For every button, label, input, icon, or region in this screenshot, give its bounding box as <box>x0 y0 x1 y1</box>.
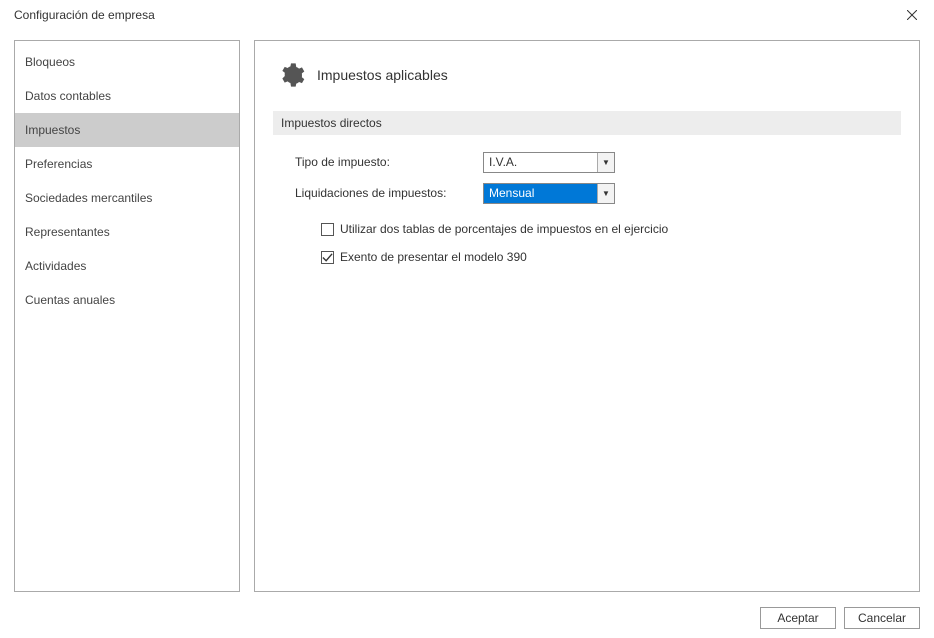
sidebar-item-representantes[interactable]: Representantes <box>15 215 239 249</box>
sidebar-item-label: Preferencias <box>25 157 92 171</box>
exento-390-label[interactable]: Exento de presentar el modelo 390 <box>340 250 527 264</box>
sidebar-item-label: Datos contables <box>25 89 111 103</box>
liquidaciones-label: Liquidaciones de impuestos: <box>295 186 483 200</box>
sidebar-item-actividades[interactable]: Actividades <box>15 249 239 283</box>
sidebar-item-datos-contables[interactable]: Datos contables <box>15 79 239 113</box>
form-row-tipo-impuesto: Tipo de impuesto: I.V.A. ▼ <box>295 151 901 173</box>
chevron-down-icon: ▼ <box>597 184 614 203</box>
panel-header: Impuestos aplicables <box>277 61 901 89</box>
check-icon <box>322 252 333 263</box>
sidebar-item-sociedades-mercantiles[interactable]: Sociedades mercantiles <box>15 181 239 215</box>
section-header: Impuestos directos <box>273 111 901 135</box>
sidebar-item-impuestos[interactable]: Impuestos <box>15 113 239 147</box>
sidebar-item-label: Sociedades mercantiles <box>25 191 152 205</box>
sidebar-item-cuentas-anuales[interactable]: Cuentas anuales <box>15 283 239 317</box>
form-row-liquidaciones: Liquidaciones de impuestos: Mensual ▼ <box>295 182 901 204</box>
sidebar-item-label: Bloqueos <box>25 55 75 69</box>
titlebar: Configuración de empresa <box>0 0 934 30</box>
tipo-impuesto-combo[interactable]: I.V.A. ▼ <box>483 152 615 173</box>
sidebar-item-label: Representantes <box>25 225 110 239</box>
sidebar: Bloqueos Datos contables Impuestos Prefe… <box>14 40 240 592</box>
dialog-window: Configuración de empresa Bloqueos Datos … <box>0 0 934 638</box>
sidebar-item-label: Actividades <box>25 259 86 273</box>
tipo-impuesto-value: I.V.A. <box>484 153 597 172</box>
main-area: Bloqueos Datos contables Impuestos Prefe… <box>0 30 934 598</box>
chevron-down-icon: ▼ <box>597 153 614 172</box>
exento-390-checkbox[interactable] <box>321 251 334 264</box>
accept-button[interactable]: Aceptar <box>760 607 836 629</box>
liquidaciones-value: Mensual <box>484 184 597 203</box>
panel-title: Impuestos aplicables <box>317 67 448 83</box>
dos-tablas-label[interactable]: Utilizar dos tablas de porcentajes de im… <box>340 222 668 236</box>
sidebar-item-label: Cuentas anuales <box>25 293 115 307</box>
checkbox-row-exento-390: Exento de presentar el modelo 390 <box>295 247 901 267</box>
tipo-impuesto-label: Tipo de impuesto: <box>295 155 483 169</box>
window-title: Configuración de empresa <box>14 8 155 22</box>
sidebar-item-label: Impuestos <box>25 123 80 137</box>
checkbox-row-dos-tablas: Utilizar dos tablas de porcentajes de im… <box>295 219 901 239</box>
gear-icon <box>277 61 305 89</box>
close-icon <box>907 10 917 20</box>
liquidaciones-combo[interactable]: Mensual ▼ <box>483 183 615 204</box>
close-button[interactable] <box>900 3 924 27</box>
button-bar: Aceptar Cancelar <box>0 598 934 638</box>
content-panel: Impuestos aplicables Impuestos directos … <box>254 40 920 592</box>
cancel-button[interactable]: Cancelar <box>844 607 920 629</box>
dos-tablas-checkbox[interactable] <box>321 223 334 236</box>
sidebar-item-preferencias[interactable]: Preferencias <box>15 147 239 181</box>
sidebar-item-bloqueos[interactable]: Bloqueos <box>15 45 239 79</box>
form-area: Tipo de impuesto: I.V.A. ▼ Liquidaciones… <box>273 151 901 267</box>
